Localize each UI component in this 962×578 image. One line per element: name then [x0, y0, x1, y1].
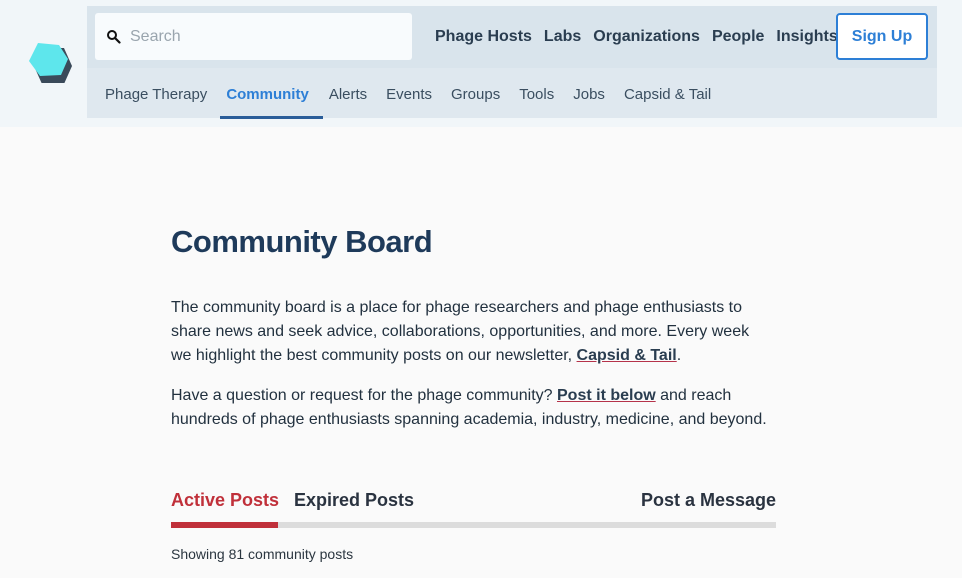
sign-up-button[interactable]: Sign Up: [836, 13, 928, 60]
secondary-nav: Phage Therapy Community Alerts Events Gr…: [105, 86, 730, 103]
subnav-alerts[interactable]: Alerts: [329, 86, 367, 103]
subnav-tools[interactable]: Tools: [519, 86, 554, 103]
hexagon-logo-icon[interactable]: [26, 41, 72, 83]
nav-insights[interactable]: Insights: [776, 28, 837, 46]
search-icon: [107, 30, 121, 44]
posts-count: Showing 81 community posts: [171, 546, 354, 562]
posts-tabs: Active Posts Expired Posts Post a Messag…: [171, 490, 776, 528]
question-text: Have a question or request for the phage…: [171, 387, 557, 404]
subnav-events[interactable]: Events: [386, 86, 432, 103]
header-top-row: Phage Hosts Labs Organizations People In…: [87, 6, 937, 68]
page-title: Community Board: [171, 224, 433, 259]
nav-phage-hosts[interactable]: Phage Hosts: [435, 28, 532, 46]
intro-paragraph: The community board is a place for phage…: [171, 296, 771, 368]
site-header: Phage Hosts Labs Organizations People In…: [87, 6, 937, 119]
tab-expired-posts[interactable]: Expired Posts: [294, 490, 414, 511]
post-it-below-link[interactable]: Post it below: [557, 387, 656, 404]
subnav-community[interactable]: Community: [226, 86, 309, 103]
post-message-tab[interactable]: Post a Message: [641, 490, 776, 511]
subnav-phage-therapy[interactable]: Phage Therapy: [105, 86, 207, 103]
active-subnav-indicator: [220, 116, 323, 119]
search-box[interactable]: [95, 13, 412, 60]
question-paragraph: Have a question or request for the phage…: [171, 384, 771, 432]
subnav-capsid-tail[interactable]: Capsid & Tail: [624, 86, 711, 103]
search-input[interactable]: [128, 23, 402, 51]
nav-organizations[interactable]: Organizations: [593, 28, 700, 46]
primary-nav: Phage Hosts Labs Organizations People In…: [435, 28, 850, 46]
subnav-groups[interactable]: Groups: [451, 86, 500, 103]
capsid-tail-link[interactable]: Capsid & Tail: [577, 347, 677, 364]
tab-active-posts[interactable]: Active Posts: [171, 490, 279, 511]
secondary-nav-row: Phage Therapy Community Alerts Events Gr…: [87, 68, 937, 119]
active-tab-indicator: [171, 522, 278, 528]
intro-end: .: [676, 347, 682, 364]
nav-labs[interactable]: Labs: [544, 28, 581, 46]
subnav-jobs[interactable]: Jobs: [573, 86, 605, 103]
nav-people[interactable]: People: [712, 28, 764, 46]
